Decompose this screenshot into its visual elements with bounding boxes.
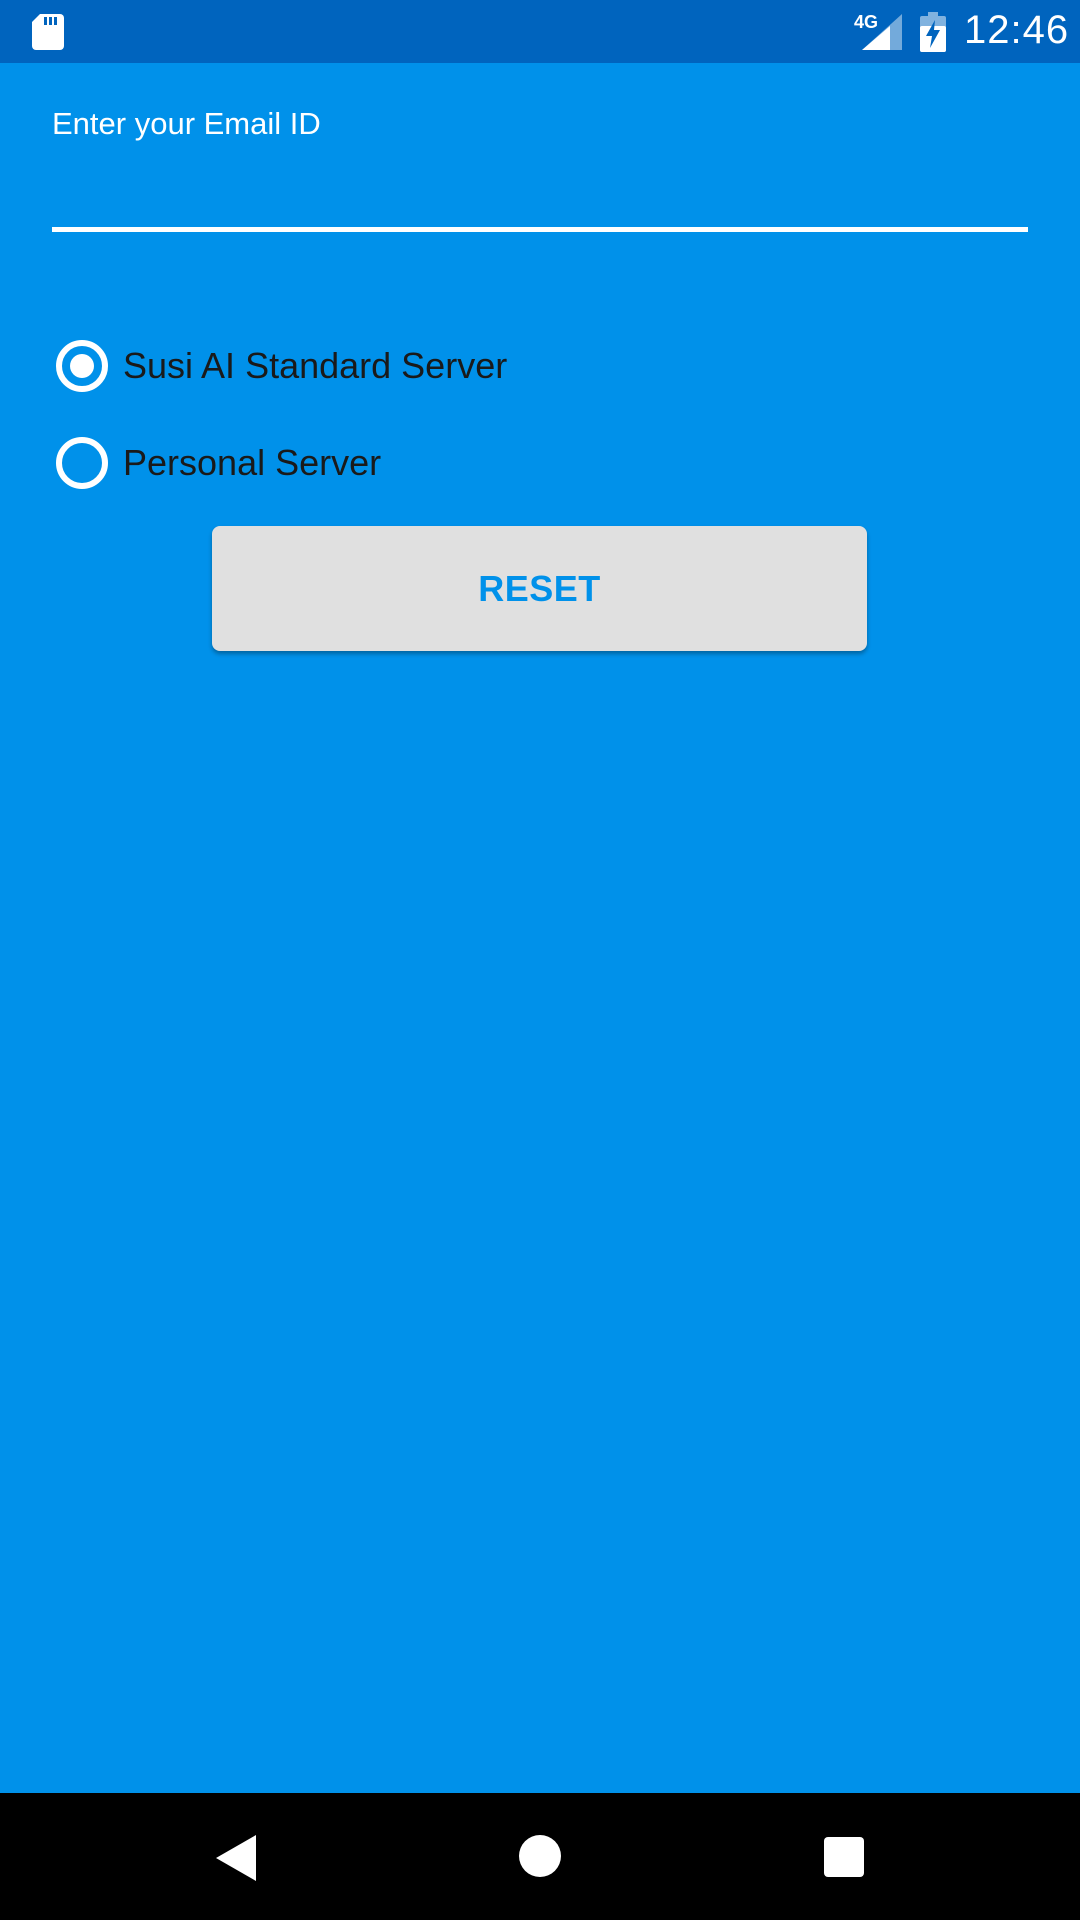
navigation-bar <box>0 1793 1080 1920</box>
radio-dot <box>70 354 94 378</box>
email-underline <box>52 227 1028 232</box>
radio-unselected-icon[interactable] <box>56 437 108 489</box>
radio-label-standard-server: Susi AI Standard Server <box>123 345 508 386</box>
radio-option-standard-server[interactable]: Susi AI Standard Server <box>56 336 507 396</box>
email-hint-label: Enter your Email ID <box>52 106 321 141</box>
battery-charging-icon <box>920 12 946 52</box>
email-field-container: Enter your Email ID <box>52 100 1028 235</box>
forgot-password-screen: 4G 12:46 Enter your Email ID Susi AI Sta… <box>0 0 1080 1920</box>
signal-icon <box>862 14 902 50</box>
clock: 12:46 <box>964 8 1070 52</box>
home-icon[interactable] <box>519 1835 561 1877</box>
sd-card-icon <box>32 14 64 50</box>
radio-label-personal-server: Personal Server <box>123 442 382 483</box>
recents-icon[interactable] <box>824 1837 864 1877</box>
email-field[interactable] <box>52 160 1028 220</box>
radio-selected-icon[interactable] <box>56 340 108 392</box>
status-bar: 4G 12:46 <box>0 0 1080 63</box>
radio-option-personal-server[interactable]: Personal Server <box>56 433 381 493</box>
back-icon[interactable] <box>216 1835 256 1881</box>
reset-button[interactable]: RESET <box>212 526 867 651</box>
